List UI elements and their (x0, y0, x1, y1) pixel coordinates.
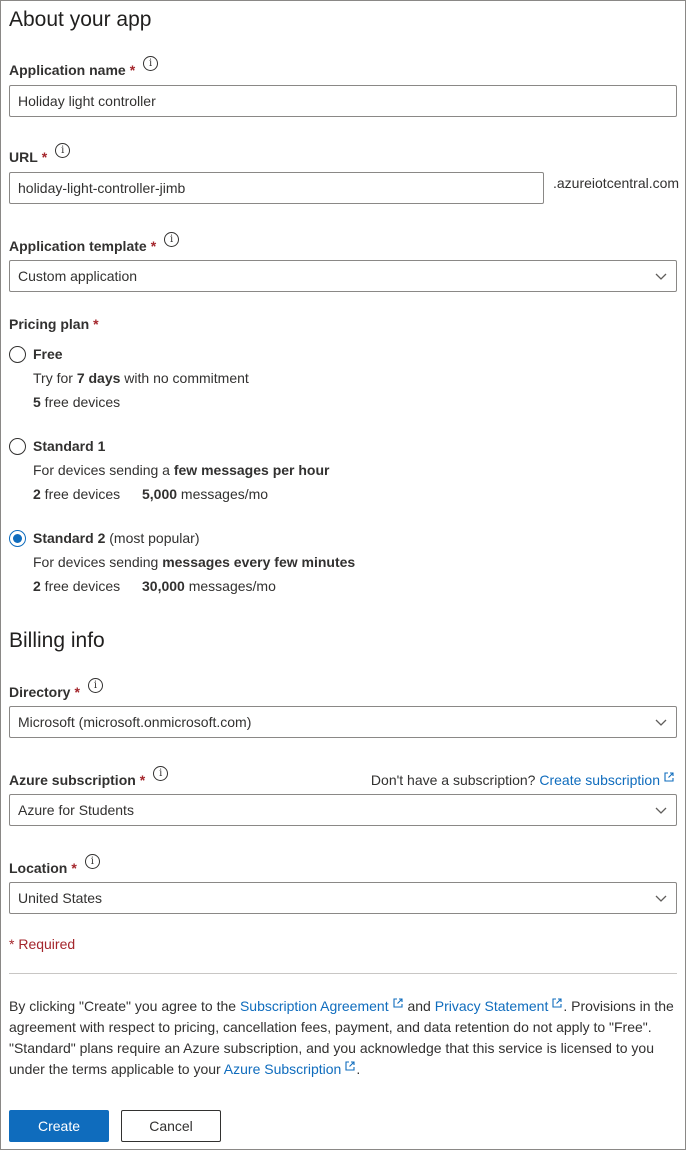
plan-free-devices: 5 free devices (33, 394, 121, 410)
location-dropdown[interactable]: United States (9, 882, 677, 914)
plan-standard1-messages: 5,000 messages/mo (142, 486, 269, 502)
chevron-down-icon (655, 895, 667, 902)
external-link-icon (664, 772, 674, 782)
location-label: Location * i (9, 854, 100, 878)
chevron-down-icon (655, 719, 667, 726)
create-button[interactable]: Create (9, 1110, 109, 1142)
url-input[interactable]: holiday-light-controller-jimb (9, 172, 544, 204)
plan-standard1-devices: 2 free devices (33, 486, 121, 502)
info-icon[interactable]: i (84, 854, 100, 869)
template-value: Custom application (18, 268, 138, 284)
privacy-statement-link[interactable]: Privacy Statement (435, 998, 549, 1014)
info-icon[interactable]: i (143, 56, 159, 71)
external-link-icon (345, 1061, 355, 1071)
info-icon[interactable]: i (87, 678, 103, 693)
plan-standard1-radio[interactable] (9, 438, 26, 455)
about-heading: About your app (9, 8, 152, 31)
required-asterisk: * (74, 684, 80, 700)
create-app-form: About your app Application name * i Holida… (0, 0, 686, 1150)
required-note: * Required (9, 936, 76, 952)
url-suffix: .azureiotcentral.com (553, 175, 680, 191)
plan-standard2-devices: 2 free devices (33, 578, 121, 594)
app-name-input[interactable]: Holiday light controller (9, 85, 677, 117)
template-dropdown[interactable]: Custom application (9, 260, 677, 292)
location-value: United States (18, 890, 103, 906)
required-asterisk: * (41, 149, 48, 165)
required-asterisk: * (129, 62, 136, 78)
info-icon[interactable]: i (164, 232, 180, 247)
subscription-label: Azure subscription * i (9, 766, 169, 790)
directory-dropdown[interactable]: Microsoft (microsoft.onmicrosoft.com) (9, 706, 677, 738)
plan-standard2-description: For devices sending messages every few m… (33, 554, 356, 570)
create-subscription-link[interactable]: Create subscription (539, 772, 660, 788)
divider (9, 973, 677, 974)
required-asterisk: * (71, 860, 77, 876)
subscription-agreement-link[interactable]: Subscription Agreement (240, 998, 389, 1014)
subscription-value: Azure for Students (18, 802, 134, 818)
pricing-label: Pricing plan * (9, 316, 99, 332)
url-label: URL * i (9, 143, 71, 167)
chevron-down-icon (655, 273, 667, 280)
directory-label: Directory * i (9, 678, 103, 702)
plan-standard2-messages: 30,000 messages/mo (142, 578, 276, 594)
plan-standard1-description: For devices sending a few messages per h… (33, 462, 330, 478)
directory-value: Microsoft (microsoft.onmicrosoft.com) (18, 714, 252, 730)
azure-subscription-link[interactable]: Azure Subscription (224, 1061, 342, 1077)
plan-standard2-radio[interactable] (9, 530, 26, 547)
required-asterisk: * (150, 238, 157, 254)
billing-heading: Billing info (9, 629, 105, 652)
template-label: Application template * i (9, 232, 180, 256)
app-name-label: Application name * i (9, 56, 159, 80)
plan-free-title[interactable]: Free (33, 344, 63, 364)
no-subscription-text: Don't have a subscription? Create subscr… (371, 770, 675, 790)
external-link-icon (552, 998, 562, 1008)
info-icon[interactable]: i (153, 766, 169, 781)
plan-popular-tag: (most popular) (105, 530, 200, 546)
cancel-button[interactable]: Cancel (121, 1110, 221, 1142)
plan-standard1-title[interactable]: Standard 1 (33, 436, 105, 456)
legal-text: By clicking "Create" you agree to the Su… (9, 998, 674, 1077)
required-asterisk: * (93, 316, 99, 332)
chevron-down-icon (655, 807, 667, 814)
plan-free-radio[interactable] (9, 346, 26, 363)
required-asterisk: * (139, 772, 146, 788)
plan-free-description: Try for 7 days with no commitment (33, 370, 249, 386)
external-link-icon (393, 998, 403, 1008)
info-icon[interactable]: i (55, 143, 71, 158)
plan-standard2-title[interactable]: Standard 2 (most popular) (33, 528, 200, 548)
subscription-dropdown[interactable]: Azure for Students (9, 794, 677, 826)
